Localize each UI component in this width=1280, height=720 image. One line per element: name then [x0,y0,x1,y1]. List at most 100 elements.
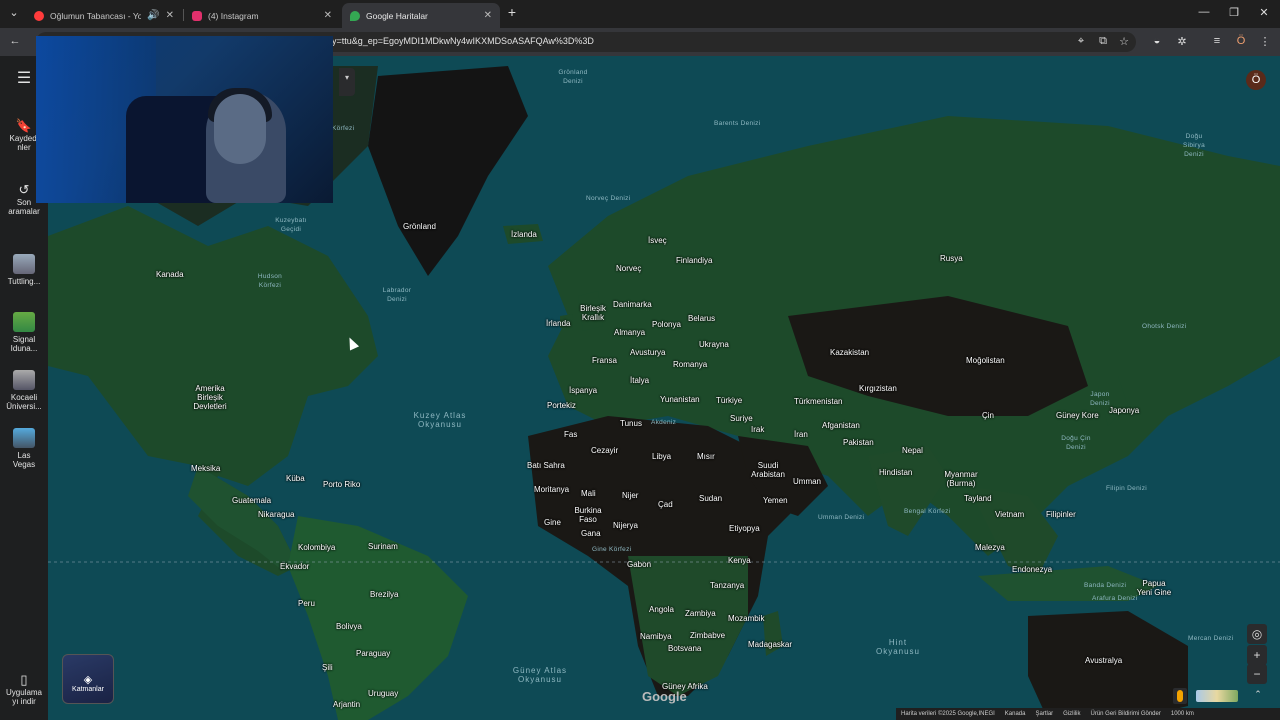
map-label[interactable]: Myanmar (Burma) [943,470,979,488]
sidebar-item-recent-place[interactable]: Las Vegas [0,419,48,469]
map-label[interactable]: Ukrayna [699,340,729,349]
map-label[interactable]: Etiyopya [729,524,760,533]
map-label[interactable]: Finlandiya [676,256,712,265]
map-label[interactable]: Gine [544,518,561,527]
map-label[interactable]: Kolombiya [298,543,335,552]
menu-kebab-icon[interactable]: ⋮ [1258,35,1272,48]
close-icon[interactable]: ✕ [484,10,492,21]
map-label[interactable]: İrlanda [546,319,570,328]
tab-google-maps[interactable]: Google Haritalar ✕ [342,3,500,28]
map-label[interactable]: Fransa [592,356,617,365]
sidebar-item-recent-place[interactable]: Kocaeli Üniversi... [0,361,48,411]
extensions-icon[interactable]: ✲ [1175,35,1189,48]
map-label[interactable]: İspanya [569,386,597,395]
map-label[interactable]: Malezya [975,543,1005,552]
map-label[interactable]: Nikaragua [258,510,294,519]
map-label[interactable]: Kazakistan [830,348,869,357]
map-label[interactable]: Bolivya [336,622,362,631]
map-label[interactable]: Tayland [964,494,992,503]
map-label[interactable]: Fas [564,430,577,439]
account-avatar[interactable]: Ö [1246,70,1266,90]
street-view-pegman-icon[interactable] [1173,688,1187,704]
map-label[interactable]: Mali [581,489,596,498]
map-label[interactable]: Mozambik [728,614,764,623]
tab-search-chevron-icon[interactable]: ⌄ [4,6,24,19]
map-label[interactable]: İsveç [648,236,667,245]
map-label[interactable]: Şili [322,663,333,672]
tab-youtube[interactable]: Oğlumun Tabancası - YouTu 🔊 ✕ [26,3,182,28]
map-label[interactable]: Mısır [697,452,715,461]
profile-icon[interactable]: Ö [1234,35,1248,47]
map-label[interactable]: Danimarka [613,300,652,309]
map-label[interactable]: Türkmenistan [794,397,842,406]
map-label[interactable]: Papua Yeni Gine [1134,579,1174,597]
map-label[interactable]: Yunanistan [660,395,700,404]
scale-bar[interactable]: 1000 km [1171,711,1194,717]
new-tab-icon[interactable]: + [502,4,522,20]
map-label[interactable]: Nijer [622,491,638,500]
footer-link-terms[interactable]: Şartlar [1035,711,1053,717]
map-label[interactable]: Batı Sahra [527,461,565,470]
map-label[interactable]: Porto Riko [323,480,360,489]
map-label[interactable]: Nijerya [613,521,638,530]
map-label[interactable]: Avustralya [1085,656,1122,665]
map-label[interactable]: Surinam [368,542,398,551]
map-label[interactable]: Umman [793,477,821,486]
map-label[interactable]: Romanya [673,360,707,369]
map-label[interactable]: Botsvana [668,644,701,653]
footer-link-region[interactable]: Kanada [1005,711,1026,717]
map-label[interactable]: Almanya [614,328,645,337]
close-window-icon[interactable]: ✕ [1254,6,1274,19]
footer-link-privacy[interactable]: Gizlilik [1063,711,1080,717]
map-label[interactable]: İzlanda [511,230,537,239]
map-label[interactable]: Tunus [620,419,642,428]
map-label[interactable]: Moritanya [534,485,569,494]
map-label[interactable]: Kanada [156,270,184,279]
map-label[interactable]: Vietnam [995,510,1024,519]
map-label[interactable]: Belarus [688,314,715,323]
bookmark-star-icon[interactable]: ☆ [1117,35,1131,48]
map-label[interactable]: Brezilya [370,590,398,599]
map-label[interactable]: Birleşik Krallık [578,304,608,322]
map-label[interactable]: Meksika [191,464,220,473]
sidebar-item-get-app[interactable]: ▯ Uygulama yı indir [0,666,48,706]
footer-link-feedback[interactable]: Ürün Geri Bildirimi Gönder [1091,711,1161,717]
map-label[interactable]: Paraguay [356,649,390,658]
map-label[interactable]: Çin [982,411,994,420]
my-location-icon[interactable]: ◎ [1247,624,1267,644]
map-label[interactable]: Uruguay [368,689,398,698]
map-label[interactable]: Arjantin [333,700,360,709]
map-label[interactable]: Polonya [652,320,681,329]
map-label[interactable]: Suudi Arabistan [748,461,788,479]
map-label[interactable]: Afganistan [822,421,860,430]
restore-icon[interactable]: ❐ [1224,6,1244,19]
map-label[interactable]: Namibya [640,632,672,641]
layers-button[interactable]: ◈ Katmanlar [62,654,114,704]
map-label[interactable]: Portekiz [547,401,576,410]
map-label[interactable]: Moğolistan [966,356,1005,365]
map-label[interactable]: Gabon [627,560,651,569]
map-label[interactable]: Zambiya [685,609,716,618]
install-app-icon[interactable]: ⧉ [1096,35,1110,48]
back-arrow-icon[interactable]: ← [8,35,22,47]
incognito-icon[interactable]: ◒ [1150,35,1164,47]
zoom-in-button[interactable]: + [1247,645,1267,665]
tab-instagram[interactable]: (4) Instagram ✕ [184,3,340,28]
map-label[interactable]: Libya [652,452,671,461]
search-panel-toggle-icon[interactable]: ▾ [339,68,355,96]
map-label[interactable]: Güney Kore [1056,411,1099,420]
map-label[interactable]: Angola [649,605,674,614]
map-label[interactable]: Türkiye [716,396,742,405]
map-label[interactable]: Kenya [728,556,751,565]
map-type-thumbnails[interactable] [1196,690,1238,702]
map-label[interactable]: Avusturya [630,348,665,357]
minimize-icon[interactable]: — [1194,6,1214,18]
sidebar-item-recent-place[interactable]: Signal Iduna... [0,303,48,353]
close-icon[interactable]: ✕ [324,10,332,21]
map-label[interactable]: Hindistan [879,468,912,477]
map-label[interactable]: Çad [658,500,673,509]
map-label[interactable]: Madagaskar [748,640,792,649]
map-label[interactable]: Nepal [902,446,923,455]
map-label[interactable]: Tanzanya [710,581,744,590]
map-label[interactable]: Yemen [763,496,788,505]
